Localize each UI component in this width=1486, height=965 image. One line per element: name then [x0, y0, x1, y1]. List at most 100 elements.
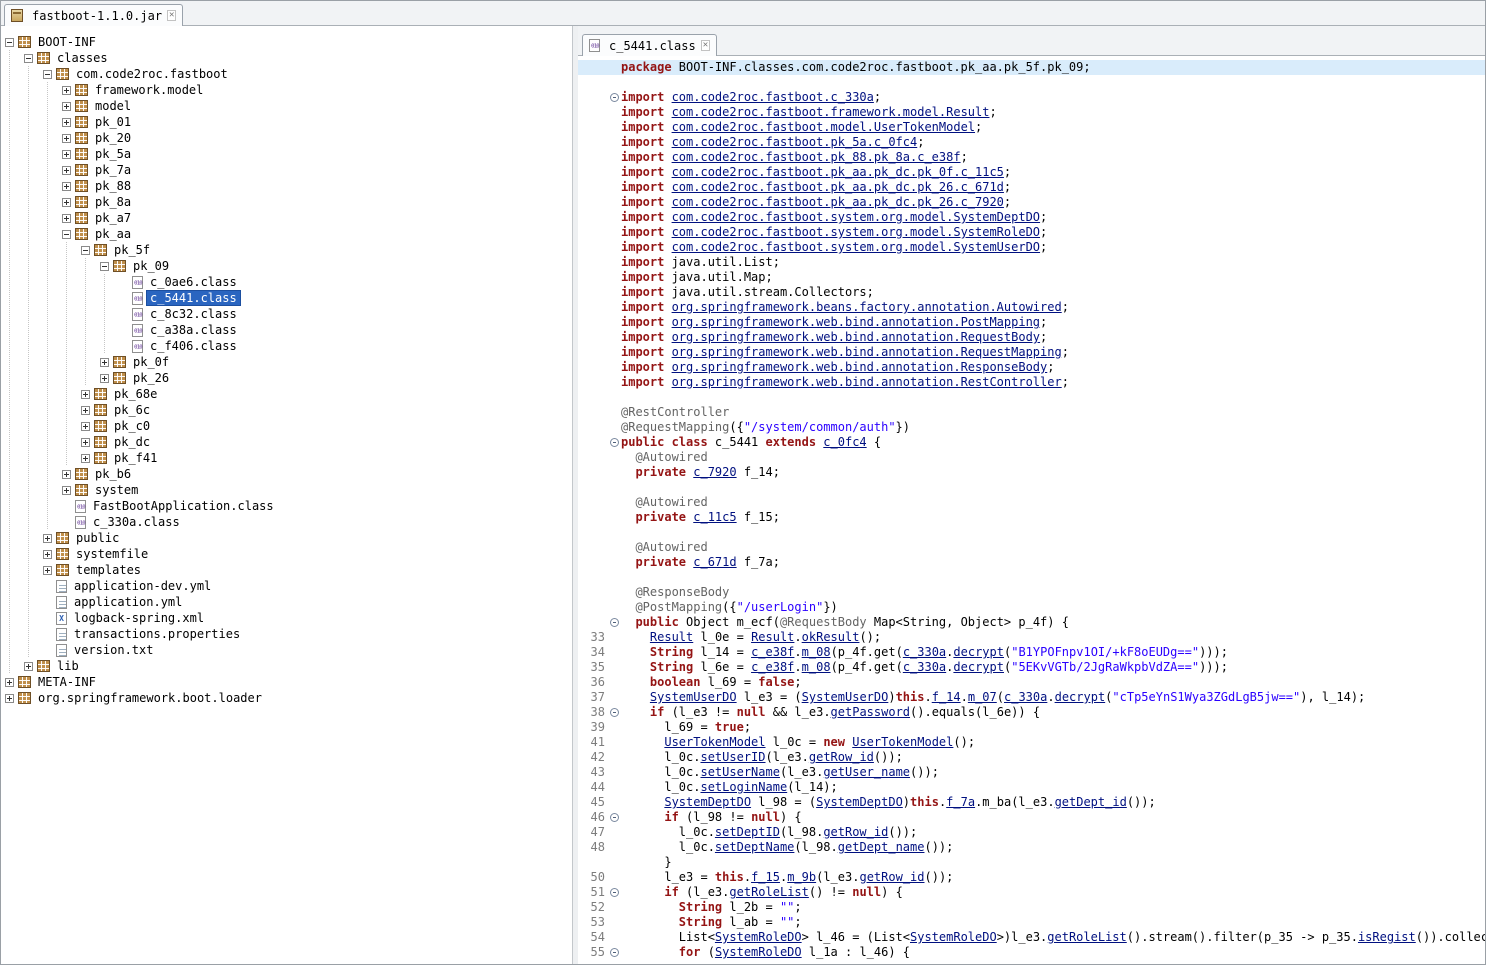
- code-link[interactable]: setUserName: [700, 765, 779, 779]
- code-link[interactable]: c_e38f: [751, 660, 794, 674]
- collapse-icon[interactable]: [5, 37, 14, 47]
- expand-icon[interactable]: [43, 549, 52, 559]
- expand-icon[interactable]: [100, 357, 109, 367]
- expand-icon[interactable]: [62, 469, 71, 479]
- tree-item-pk-b6[interactable]: pk_b6: [1, 466, 572, 482]
- tree-item-pk-c0[interactable]: pk_c0: [1, 418, 572, 434]
- tree-item-application-yml[interactable]: application.yml: [1, 594, 572, 610]
- expand-icon[interactable]: [81, 389, 90, 399]
- code-link[interactable]: org.springframework.web.bind.annotation.…: [672, 330, 1040, 344]
- code-link[interactable]: setUserID: [700, 750, 765, 764]
- tree-item-boot-inf[interactable]: BOOT-INF: [1, 34, 572, 50]
- code-link[interactable]: SystemRoleDO: [715, 930, 802, 944]
- code-link[interactable]: com.code2roc.fastboot.system.org.model.S…: [672, 210, 1040, 224]
- code-link[interactable]: f_14: [932, 690, 961, 704]
- tree-item-pk-68e[interactable]: pk_68e: [1, 386, 572, 402]
- expand-icon[interactable]: [81, 437, 90, 447]
- code-link[interactable]: Result: [650, 630, 693, 644]
- expand-icon[interactable]: [62, 149, 71, 159]
- code-link[interactable]: setDeptName: [715, 840, 794, 854]
- code-link[interactable]: getDept_id: [1055, 795, 1127, 809]
- code-link[interactable]: com.code2roc.fastboot.pk_aa.pk_dc.pk_26.…: [672, 180, 1004, 194]
- code-view[interactable]: package BOOT-INF.classes.com.code2roc.fa…: [578, 56, 1485, 964]
- tab-fastboot-jar[interactable]: fastboot-1.1.0.jar ✕: [4, 4, 184, 26]
- tree-item-meta-inf[interactable]: META-INF: [1, 674, 572, 690]
- expand-icon[interactable]: [43, 533, 52, 543]
- code-link[interactable]: com.code2roc.fastboot.pk_5a.c_0fc4: [672, 135, 918, 149]
- expand-icon[interactable]: [100, 373, 109, 383]
- code-link[interactable]: isRegist: [1358, 930, 1416, 944]
- code-link[interactable]: okResult: [802, 630, 860, 644]
- tree-item-system[interactable]: system: [1, 482, 572, 498]
- tree-item-pk-8a[interactable]: pk_8a: [1, 194, 572, 210]
- collapse-icon[interactable]: [100, 261, 109, 271]
- code-link[interactable]: getRow_id: [823, 825, 888, 839]
- tree-item-c-8c32-class[interactable]: c_8c32.class: [1, 306, 572, 322]
- code-link[interactable]: SystemRoleDO: [910, 930, 997, 944]
- code-link[interactable]: org.springframework.beans.factory.annota…: [672, 300, 1062, 314]
- tree-item-systemfile[interactable]: systemfile: [1, 546, 572, 562]
- tree-item-fastbootapplication-class[interactable]: FastBootApplication.class: [1, 498, 572, 514]
- code-link[interactable]: com.code2roc.fastboot.pk_88.pk_8a.c_e38f: [672, 150, 961, 164]
- tree-item-application-dev-yml[interactable]: application-dev.yml: [1, 578, 572, 594]
- expand-icon[interactable]: [62, 197, 71, 207]
- code-link[interactable]: org.springframework.web.bind.annotation.…: [672, 360, 1048, 374]
- close-icon[interactable]: ✕: [167, 10, 177, 21]
- code-link[interactable]: decrypt: [1055, 690, 1106, 704]
- tree-item-c-a38a-class[interactable]: c_a38a.class: [1, 322, 572, 338]
- tree-item-pk-5a[interactable]: pk_5a: [1, 146, 572, 162]
- expand-icon[interactable]: [62, 101, 71, 111]
- tree-item-org-springframework-boot-loader[interactable]: org.springframework.boot.loader: [1, 690, 572, 706]
- expand-icon[interactable]: [5, 677, 14, 687]
- code-link[interactable]: getRow_id: [809, 750, 874, 764]
- tree-item-pk-6c[interactable]: pk_6c: [1, 402, 572, 418]
- tree-item-model[interactable]: model: [1, 98, 572, 114]
- code-link[interactable]: com.code2roc.fastboot.c_330a: [672, 90, 874, 104]
- collapse-icon[interactable]: [81, 245, 90, 255]
- tree-item-c-0ae6-class[interactable]: c_0ae6.class: [1, 274, 572, 290]
- tree-item-framework-model[interactable]: framework.model: [1, 82, 572, 98]
- tree-item-public[interactable]: public: [1, 530, 572, 546]
- code-link[interactable]: getDept_name: [838, 840, 925, 854]
- code-link[interactable]: m_9b: [787, 870, 816, 884]
- code-link[interactable]: SystemUserDO: [802, 690, 889, 704]
- code-link[interactable]: getUser_name: [823, 765, 910, 779]
- tree-item-c-5441-class[interactable]: c_5441.class: [1, 290, 572, 306]
- code-link[interactable]: com.code2roc.fastboot.model.UserTokenMod…: [672, 120, 975, 134]
- expand-icon[interactable]: [62, 485, 71, 495]
- tree-item-pk-01[interactable]: pk_01: [1, 114, 572, 130]
- collapse-icon[interactable]: [24, 53, 33, 63]
- tree-item-lib[interactable]: lib: [1, 658, 572, 674]
- tab-c-5441-class[interactable]: c_5441.class ✕: [582, 34, 718, 56]
- code-link[interactable]: org.springframework.web.bind.annotation.…: [672, 315, 1040, 329]
- expand-icon[interactable]: [62, 133, 71, 143]
- code-link[interactable]: setDeptID: [715, 825, 780, 839]
- code-link[interactable]: c_671d: [693, 555, 736, 569]
- code-link[interactable]: m_08: [802, 645, 831, 659]
- code-link[interactable]: c_0fc4: [823, 435, 866, 449]
- code-link[interactable]: com.code2roc.fastboot.system.org.model.S…: [672, 225, 1040, 239]
- expand-icon[interactable]: [81, 421, 90, 431]
- tree-item-pk-88[interactable]: pk_88: [1, 178, 572, 194]
- collapse-icon[interactable]: [62, 229, 71, 239]
- expand-icon[interactable]: [62, 85, 71, 95]
- code-link[interactable]: getRoleList: [729, 885, 808, 899]
- code-link[interactable]: f_7a: [946, 795, 975, 809]
- tree-item-version-txt[interactable]: version.txt: [1, 642, 572, 658]
- tree-item-templates[interactable]: templates: [1, 562, 572, 578]
- tree-item-pk-a7[interactable]: pk_a7: [1, 210, 572, 226]
- expand-icon[interactable]: [62, 213, 71, 223]
- code-link[interactable]: com.code2roc.fastboot.framework.model.Re…: [672, 105, 990, 119]
- collapse-icon[interactable]: [610, 438, 619, 447]
- close-icon[interactable]: ✕: [700, 40, 711, 51]
- code-link[interactable]: SystemDeptDO: [664, 795, 751, 809]
- tree-item-classes[interactable]: classes: [1, 50, 572, 66]
- code-link[interactable]: SystemDeptDO: [816, 795, 903, 809]
- code-link[interactable]: c_7920: [693, 465, 736, 479]
- code-link[interactable]: org.springframework.web.bind.annotation.…: [672, 345, 1062, 359]
- collapse-icon[interactable]: [43, 69, 52, 79]
- code-link[interactable]: getRoleList: [1047, 930, 1126, 944]
- code-link[interactable]: com.code2roc.fastboot.system.org.model.S…: [672, 240, 1040, 254]
- expand-icon[interactable]: [62, 117, 71, 127]
- code-link[interactable]: f_15: [751, 870, 780, 884]
